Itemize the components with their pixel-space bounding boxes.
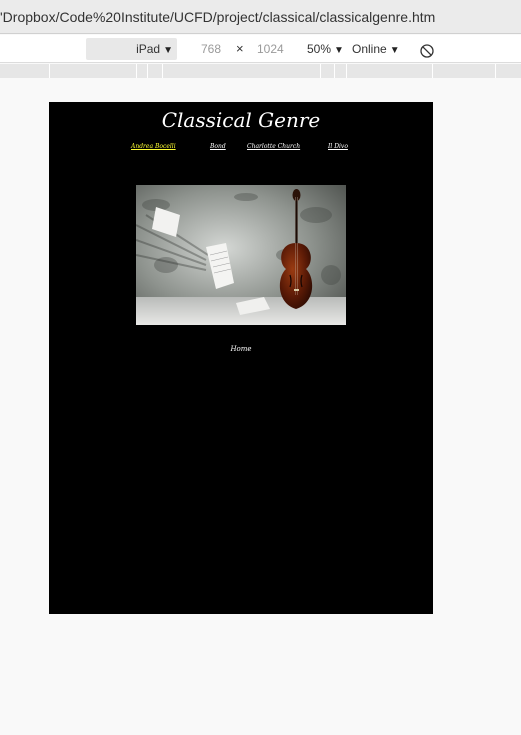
height-input[interactable]: 1024 [257, 35, 284, 63]
zoom-label: 50% [307, 42, 332, 56]
nav-link-charlotte-church[interactable]: Charlotte Church [247, 143, 300, 150]
address-bar[interactable]: 'Dropbox/Code%20Institute/UCFD/project/c… [0, 0, 521, 34]
nav-link-il-divo[interactable]: Il Divo [328, 143, 348, 150]
width-input[interactable]: 768 [201, 35, 221, 63]
ruler-tick [147, 64, 148, 78]
url-text[interactable]: 'Dropbox/Code%20Institute/UCFD/project/c… [0, 9, 435, 25]
network-select[interactable]: Online ▼ [352, 35, 400, 63]
ruler-tick [320, 64, 321, 78]
width-value: 768 [201, 42, 222, 56]
device-label: iPad [136, 42, 161, 56]
emulated-page: Classical Genre Andrea Bocelli Bond Char… [49, 102, 433, 614]
home-link[interactable]: Home [49, 345, 433, 353]
nav-link-andrea-bocelli[interactable]: Andrea Bocelli [131, 143, 176, 150]
ruler-tick [49, 64, 50, 78]
hero-image-violin [136, 185, 346, 325]
dimension-times-icon: × [236, 35, 244, 63]
device-select[interactable]: iPad ▼ [86, 38, 177, 60]
times-symbol: × [236, 41, 244, 56]
network-label: Online [352, 42, 387, 56]
zoom-select[interactable]: 50% ▼ [307, 35, 344, 63]
ruler-tick [346, 64, 347, 78]
rotate-icon[interactable] [419, 41, 435, 58]
caret-down-icon: ▼ [163, 45, 173, 56]
nav-link-bond[interactable]: Bond [210, 143, 226, 150]
caret-down-icon: ▼ [334, 45, 344, 56]
ruler-tick [495, 64, 496, 78]
ruler-tick [432, 64, 433, 78]
page-title: Classical Genre [161, 108, 321, 132]
height-value: 1024 [257, 42, 284, 56]
caret-down-icon: ▼ [389, 45, 400, 56]
ruler-tick [334, 64, 335, 78]
device-toolbar: iPad ▼ 768 × 1024 50% ▼ Online ▼ [0, 35, 521, 63]
media-query-ruler[interactable] [0, 64, 521, 78]
ruler-tick [162, 64, 163, 78]
ruler-tick [136, 64, 137, 78]
